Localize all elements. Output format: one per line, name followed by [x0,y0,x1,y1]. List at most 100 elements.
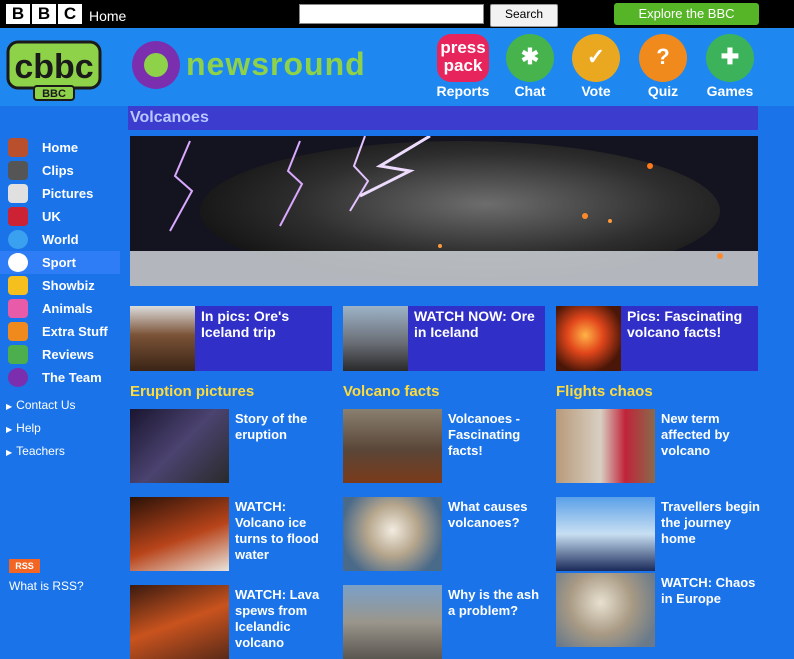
bbc-logo[interactable]: B B C [6,4,82,24]
story-thumb-lava-ice [130,497,229,571]
cbbc-logo-subtext: BBC [42,88,66,100]
star-icon [8,276,28,295]
story-item[interactable]: WATCH: Chaos in Europe [556,573,761,647]
story-thumb-ash-cloud [343,497,442,571]
sidebar-item-sport[interactable]: Sport [0,251,120,274]
arrow-right-icon: ▶ [6,448,13,457]
sidebar-item-label: World [42,232,79,247]
nav-reports[interactable]: press pack Reports [429,34,497,99]
sidebar-item-pictures[interactable]: Pictures [0,182,120,205]
column-title-eruption-pictures[interactable]: Eruption pictures [130,383,254,400]
cbbc-logo[interactable]: cbbc BBC [6,40,102,102]
story-thumb-volcano-cone [343,409,442,483]
story-title: What causes volcanoes? [448,499,528,530]
sidebar-item-label: The Team [42,370,102,385]
sidebar-item-label: UK [42,209,61,224]
story-title: WATCH: Volcano ice turns to flood water [235,499,319,562]
explore-bbc-button[interactable]: Explore the BBC [614,3,759,25]
sidebar-item-clips[interactable]: Clips [0,159,120,182]
house-icon [8,138,28,157]
help-link[interactable]: ▶ Help [6,421,41,435]
bbc-letter-c: C [58,4,82,24]
page-title: Volcanoes [128,106,758,130]
notepad-icon [8,345,28,364]
promo-title: WATCH NOW: Ore in Iceland [414,308,535,340]
sidebar-item-home[interactable]: Home [0,136,120,159]
sidebar-item-reviews[interactable]: Reviews [0,343,120,366]
story-title: Why is the ash a problem? [448,587,540,618]
bbc-home-link[interactable]: Home [89,8,126,24]
story-item[interactable]: Travellers begin the journey home [556,497,761,571]
sidebar-item-label: Clips [42,163,74,178]
rss-badge[interactable]: RSS [9,559,40,573]
promo-watch-ore-in-iceland[interactable]: WATCH NOW: Ore in Iceland [343,306,545,371]
sidebar-item-extra-stuff[interactable]: Extra Stuff [0,320,120,343]
what-is-rss-link[interactable]: What is RSS? [9,579,84,593]
contact-us-link[interactable]: ▶ Contact Us [6,398,76,412]
promo-volcano-facts[interactable]: Pics: Fascinating volcano facts! [556,306,758,371]
football-icon [8,253,28,272]
sidebar-item-showbiz[interactable]: Showbiz [0,274,120,297]
promo-thumb-ore-portrait [130,306,195,371]
contact-us-label: Contact Us [16,398,76,412]
nav-reports-label: Reports [436,83,490,99]
story-item[interactable]: New term affected by volcano [556,409,761,483]
story-item[interactable]: WATCH: Lava spews from Icelandic volcano [130,585,335,659]
story-thumb-reporter [556,409,655,483]
column-title-volcano-facts[interactable]: Volcano facts [343,383,439,400]
story-item[interactable]: What causes volcanoes? [343,497,548,571]
sidebar-item-the-team[interactable]: The Team [0,366,120,389]
story-title: Story of the eruption [235,411,308,442]
elephant-icon [8,299,28,318]
story-title: WATCH: Chaos in Europe [661,575,756,606]
story-title: WATCH: Lava spews from Icelandic volcano [235,587,320,650]
sidebar-item-label: Extra Stuff [42,324,108,339]
press-pack-icon: press pack [437,34,489,82]
nav-quiz-label: Quiz [647,83,679,99]
story-title: New term affected by volcano [661,411,730,458]
teachers-link[interactable]: ▶ Teachers [6,444,65,458]
union-flag-icon [8,207,28,226]
story-title: Volcanoes - Fascinating facts! [448,411,521,458]
promo-thumb-lava [556,306,621,371]
help-label: Help [16,421,41,435]
search-button[interactable]: Search [490,4,558,27]
story-item[interactable]: Volcanoes - Fascinating facts! [343,409,548,483]
hero-illustration [130,136,758,286]
teachers-label: Teachers [16,444,65,458]
camera-icon [8,184,28,203]
nav-chat-label: Chat [514,83,546,99]
sidebar-item-world[interactable]: World [0,228,120,251]
sidebar-item-animals[interactable]: Animals [0,297,120,320]
story-thumb-ash-map [556,573,655,647]
nav-quiz[interactable]: ? Quiz [629,34,697,99]
sidebar-item-label: Reviews [42,347,95,362]
nav-games[interactable]: ✚ Games [696,34,764,99]
newsround-logo-text[interactable]: newsround [186,46,366,83]
nav-vote-label: Vote [581,83,611,99]
hero-volcano-lightning-image[interactable] [130,136,758,286]
gamepad-icon: ✚ [706,34,754,82]
film-clapper-icon [8,161,28,180]
vote-checkbox-icon: ✓ [572,34,620,82]
column-title-flights-chaos[interactable]: Flights chaos [556,383,653,400]
bbc-letter-b2: B [32,4,56,24]
sidebar-item-label: Sport [42,255,76,270]
promo-thumb-ore-iceland [343,306,408,371]
newsround-logo-icon[interactable] [132,41,180,89]
sidebar-item-label: Home [42,140,79,155]
nav-vote[interactable]: ✓ Vote [562,34,630,99]
story-item[interactable]: Why is the ash a problem? [343,585,548,659]
sidebar-item-uk[interactable]: UK [0,205,120,228]
story-item[interactable]: WATCH: Volcano ice turns to flood water [130,497,335,571]
question-mark-icon: ? [639,34,687,82]
bbc-top-bar: B B C Home Search Explore the BBC [0,0,794,28]
sidebar-item-label: Animals [42,301,93,316]
story-item[interactable]: Story of the eruption [130,409,335,483]
search-input[interactable] [299,4,484,24]
sidebar-item-label: Pictures [42,186,94,201]
promo-ore-iceland-trip[interactable]: In pics: Ore's Iceland trip [130,306,332,371]
chat-bubble-icon: ✱ [506,34,554,82]
arrow-right-icon: ▶ [6,402,13,411]
nav-chat[interactable]: ✱ Chat [496,34,564,99]
